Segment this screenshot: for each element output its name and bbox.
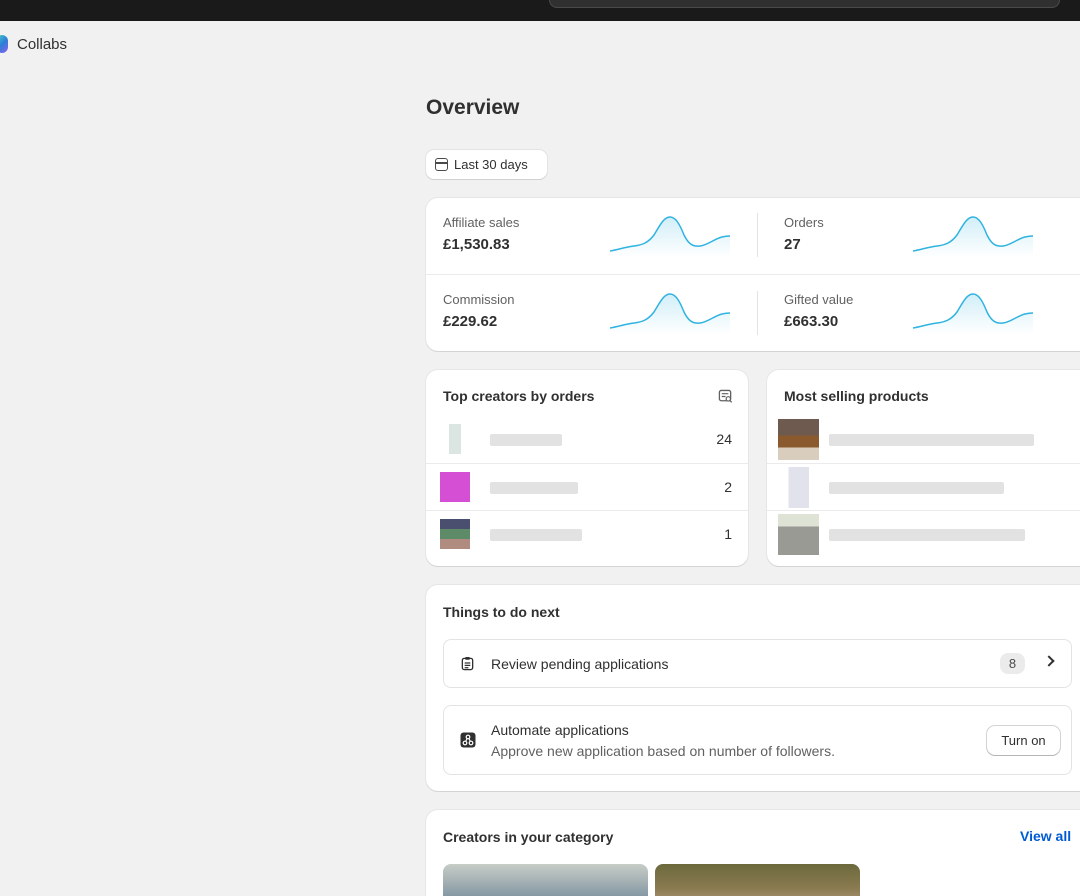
product-thumbnail — [778, 514, 819, 555]
top-creators-card: Top creators by orders 24 2 1 — [426, 370, 748, 566]
creator-avatar — [440, 519, 470, 549]
view-all-link[interactable]: View all — [1020, 828, 1071, 844]
turn-on-button[interactable]: Turn on — [987, 726, 1060, 755]
page-title: Overview — [426, 96, 520, 119]
card-title: Top creators by orders — [443, 388, 595, 404]
product-row[interactable] — [767, 463, 1080, 510]
creator-row[interactable]: 2 — [426, 463, 748, 510]
metric-value: £229.62 — [443, 313, 498, 330]
divider — [757, 213, 758, 257]
metric-value: £1,530.83 — [443, 236, 510, 253]
card-title: Creators in your category — [443, 829, 614, 845]
metric-orders[interactable]: Orders 27 — [767, 198, 1080, 274]
collabs-app-icon — [0, 35, 8, 53]
metric-label: Commission — [443, 292, 515, 307]
metric-value: 27 — [784, 236, 801, 253]
chevron-right-icon — [1043, 655, 1055, 667]
creator-order-count: 1 — [724, 526, 732, 542]
creator-order-count: 24 — [716, 431, 732, 447]
creator-row[interactable]: 24 — [426, 416, 748, 463]
metric-affiliate-sales[interactable]: Affiliate sales £1,530.83 — [426, 198, 746, 274]
sparkline-area — [913, 217, 1033, 257]
metric-label: Orders — [784, 215, 824, 230]
metric-gifted-value[interactable]: Gifted value £663.30 — [767, 275, 1080, 351]
creator-row[interactable]: 1 — [426, 510, 748, 557]
metric-value: £663.30 — [784, 313, 839, 330]
automate-applications-item: Automate applications Approve new applic… — [443, 705, 1072, 775]
metrics-card: Affiliate sales £1,530.83 Orders 27 Comm… — [426, 198, 1080, 351]
creator-photo[interactable] — [655, 864, 860, 896]
calendar-icon — [435, 158, 448, 171]
product-name-redacted — [829, 434, 1034, 446]
creator-avatar — [440, 424, 470, 454]
product-name-redacted — [829, 529, 1025, 541]
creator-order-count: 2 — [724, 479, 732, 495]
global-search-bar[interactable] — [549, 0, 1060, 8]
review-label: Review pending applications — [491, 656, 669, 672]
sparkline-chart — [913, 293, 1033, 334]
product-row[interactable] — [767, 510, 1080, 557]
metric-commission[interactable]: Commission £229.62 — [426, 275, 746, 351]
date-range-label: Last 30 days — [454, 157, 528, 172]
most-selling-products-card: Most selling products — [767, 370, 1080, 566]
product-thumbnail — [778, 467, 819, 508]
sparkline-area — [913, 294, 1033, 334]
sparkline-area — [610, 217, 730, 257]
metric-label: Gifted value — [784, 292, 854, 307]
top-bar — [0, 0, 1080, 21]
app-name: Collabs — [17, 36, 68, 53]
review-pending-applications-item[interactable]: Review pending applications 8 — [443, 639, 1072, 688]
pending-count-badge: 8 — [1000, 653, 1025, 674]
clipboard-icon — [460, 656, 475, 676]
card-title: Most selling products — [784, 388, 929, 404]
sparkline-chart — [610, 293, 730, 334]
inspect-chart-icon[interactable] — [718, 389, 733, 409]
metric-label: Affiliate sales — [443, 215, 520, 230]
sparkline-area — [610, 294, 730, 334]
creator-name-redacted — [490, 529, 582, 541]
automate-label: Automate applications — [491, 722, 629, 738]
card-title: Things to do next — [443, 604, 560, 620]
date-range-button[interactable]: Last 30 days — [426, 150, 547, 179]
product-row[interactable] — [767, 416, 1080, 463]
creator-name-redacted — [490, 434, 562, 446]
things-to-do-card: Things to do next Review pending applica… — [426, 585, 1080, 791]
divider — [757, 291, 758, 335]
product-thumbnail — [778, 419, 819, 460]
creators-in-category-card: Creators in your category View all — [426, 810, 1080, 896]
product-name-redacted — [829, 482, 1004, 494]
creator-photo[interactable] — [443, 864, 648, 896]
app-header: Collabs — [0, 21, 1080, 69]
sparkline-chart — [610, 216, 730, 257]
creator-name-redacted — [490, 482, 578, 494]
automate-description: Approve new application based on number … — [491, 743, 835, 759]
automation-icon — [460, 732, 476, 753]
sparkline-chart — [913, 216, 1033, 257]
creator-avatar — [440, 472, 470, 502]
